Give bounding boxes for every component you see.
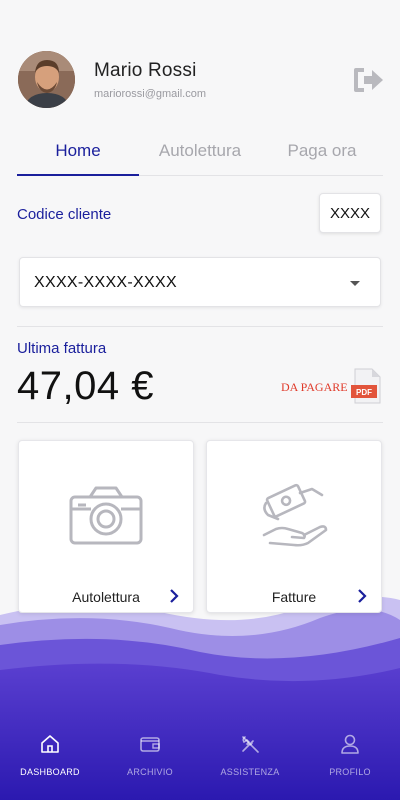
tab-home[interactable]: Home [17, 132, 139, 176]
nav-profilo[interactable]: PROFILO [300, 725, 400, 800]
nav-dashboard[interactable]: DASHBOARD [0, 725, 100, 800]
avatar-photo-icon [18, 51, 75, 108]
user-name: Mario Rossi [94, 60, 197, 81]
home-icon [41, 735, 59, 753]
invoice-amount: 47,04 € [17, 364, 154, 408]
avatar[interactable] [18, 51, 75, 108]
chevron-right-icon [170, 589, 179, 603]
chevron-down-icon [350, 281, 360, 286]
divider [17, 422, 383, 423]
nav-archivio-label: ARCHIVIO [127, 767, 173, 777]
chevron-right-icon [358, 589, 367, 603]
logout-icon [354, 68, 383, 92]
pdf-download-button[interactable]: PDF [350, 368, 382, 404]
autolettura-card[interactable]: Autolettura [18, 440, 194, 613]
contract-select[interactable]: XXXX-XXXX-XXXX [19, 257, 381, 307]
user-email: mariorossi@gmail.com [94, 88, 207, 100]
money-hand-icon [262, 483, 328, 547]
codice-cliente-label: Codice cliente [17, 206, 112, 223]
tools-icon [242, 736, 259, 753]
nav-archivio[interactable]: ARCHIVIO [100, 725, 200, 800]
ultima-fattura-label: Ultima fattura [17, 340, 107, 357]
tab-autolettura[interactable]: Autolettura [139, 132, 261, 175]
tab-paga-ora[interactable]: Paga ora [261, 132, 383, 175]
invoice-status: DA PAGARE [281, 380, 348, 394]
autolettura-card-label: Autolettura [72, 589, 140, 605]
pdf-icon-label: PDF [356, 388, 372, 397]
tab-bar: Home Autolettura Paga ora [17, 132, 383, 176]
dashboard-screen: Mario Rossi mariorossi@gmail.com Home Au… [0, 0, 400, 800]
pdf-icon: PDF [351, 368, 381, 404]
nav-dashboard-label: DASHBOARD [20, 767, 80, 777]
bottom-navigation: DASHBOARD ARCHIVIO ASSISTENZA PROFILO [0, 725, 400, 800]
fatture-card-label: Fatture [271, 589, 317, 605]
codice-cliente-field[interactable]: XXXX [319, 193, 381, 233]
wallet-icon [140, 737, 160, 752]
camera-icon [69, 486, 143, 545]
profile-header: Mario Rossi mariorossi@gmail.com [0, 0, 400, 120]
nav-assistenza-label: ASSISTENZA [220, 767, 280, 777]
user-icon [341, 734, 359, 754]
divider [17, 326, 383, 327]
fatture-card[interactable]: Fatture [206, 440, 382, 613]
contract-select-value: XXXX-XXXX-XXXX [34, 274, 177, 291]
nav-profilo-label: PROFILO [329, 767, 371, 777]
nav-assistenza[interactable]: ASSISTENZA [200, 725, 300, 800]
logout-button[interactable] [350, 64, 386, 96]
